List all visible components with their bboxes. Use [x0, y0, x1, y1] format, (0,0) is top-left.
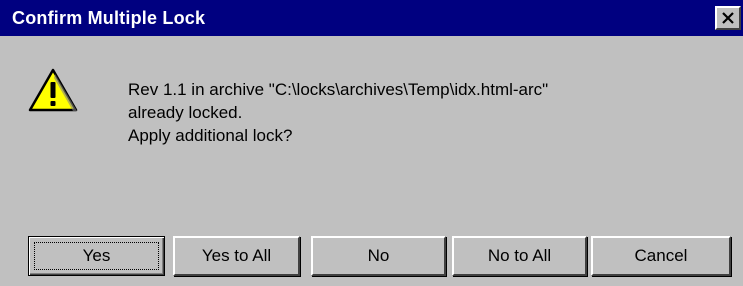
- no-to-all-button-label: No to All: [487, 246, 552, 265]
- no-button-label: No: [367, 246, 390, 265]
- yes-to-all-button[interactable]: Yes to All: [173, 236, 300, 276]
- warning-icon: [28, 68, 78, 112]
- yes-button[interactable]: Yes: [28, 236, 165, 276]
- no-button[interactable]: No: [311, 236, 446, 276]
- close-icon: [722, 12, 734, 24]
- no-to-all-button[interactable]: No to All: [452, 236, 587, 276]
- message-line-3: Apply additional lock?: [128, 126, 293, 145]
- message-line-2: already locked.: [128, 103, 243, 122]
- message-text: Rev 1.1 in archive "C:\locks\archives\Te…: [128, 78, 728, 147]
- confirm-dialog: Confirm Multiple Lock Rev 1.1 in archive…: [0, 0, 743, 286]
- close-button[interactable]: [715, 6, 741, 30]
- yes-button-label: Yes: [82, 246, 111, 265]
- title-bar[interactable]: Confirm Multiple Lock: [0, 0, 743, 36]
- cancel-button[interactable]: Cancel: [591, 236, 731, 276]
- dialog-title: Confirm Multiple Lock: [12, 8, 206, 28]
- yes-to-all-button-label: Yes to All: [201, 246, 272, 265]
- cancel-button-label: Cancel: [634, 246, 688, 265]
- message-line-1: Rev 1.1 in archive "C:\locks\archives\Te…: [128, 80, 549, 99]
